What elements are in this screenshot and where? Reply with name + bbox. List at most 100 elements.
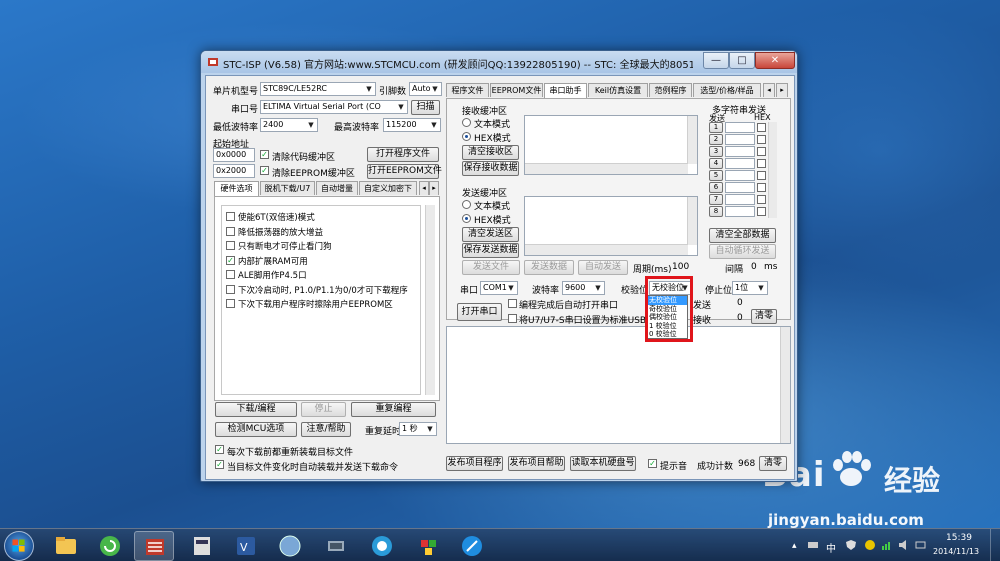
minimize-button[interactable]: — (703, 52, 729, 69)
open-program-button[interactable]: 打开程序文件 (367, 147, 439, 162)
multi-send-input[interactable] (725, 206, 755, 217)
tray-app-icon[interactable] (898, 539, 910, 554)
taskbar-explorer[interactable] (46, 531, 86, 561)
multi-hex-checkbox[interactable] (757, 159, 766, 168)
multi-send-button[interactable]: 3 (709, 146, 723, 157)
tone-checkbox[interactable]: ✓ (648, 459, 657, 468)
open-port-button[interactable]: 打开串口 (457, 303, 502, 321)
tab-program-file[interactable]: 程序文件 (446, 83, 489, 97)
send-textarea[interactable] (524, 196, 698, 256)
repeat-delay-select[interactable]: 1 秒 ▼ (399, 422, 437, 436)
tab-scroll-left[interactable]: ◂ (419, 181, 429, 195)
send-vscroll[interactable] (687, 197, 697, 245)
max-baud-select[interactable]: 115200 ▼ (383, 118, 441, 132)
tab-custom-encrypt[interactable]: 自定义加密下 (359, 181, 417, 195)
clock-time[interactable]: 15:39 (946, 533, 972, 543)
tab-serial-assistant[interactable]: 串口助手 (544, 83, 587, 98)
taskbar-app-7[interactable] (316, 531, 356, 561)
taskbar-stc-isp[interactable] (134, 531, 174, 561)
tab-examples[interactable]: 范例程序 (649, 83, 692, 97)
clear-success-button[interactable]: 清零 (759, 456, 787, 471)
publish-program-button[interactable]: 发布项目程序 (446, 456, 503, 471)
close-button[interactable]: ✕ (755, 52, 795, 69)
download-button[interactable]: 下载/编程 (215, 402, 297, 417)
shield-icon[interactable] (845, 539, 857, 554)
taskbar-app-6[interactable] (270, 531, 310, 561)
recv-hex-mode-radio[interactable] (462, 132, 471, 141)
volume-icon[interactable] (915, 539, 927, 554)
open-eeprom-button[interactable]: 打开EEPROM文件 (367, 164, 442, 179)
reprogram-button[interactable]: 重复编程 (351, 402, 436, 417)
multi-send-input[interactable] (725, 182, 755, 193)
log-scrollbar[interactable] (780, 327, 790, 443)
min-baud-select[interactable]: 2400 ▼ (260, 118, 318, 132)
multi-send-button[interactable]: 4 (709, 158, 723, 169)
pins-select[interactable]: Auto ▼ (409, 82, 442, 96)
auto-loop-button[interactable]: 自动循环发送 (709, 244, 776, 259)
clock-date[interactable]: 2014/11/13 (933, 547, 979, 556)
multi-send-button[interactable]: 8 (709, 206, 723, 217)
tab-auto-increment[interactable]: 自动增量 (316, 181, 358, 195)
save-recv-button[interactable]: 保存接收数据 (462, 161, 519, 176)
multi-hex-checkbox[interactable] (757, 135, 766, 144)
multi-send-button[interactable]: 6 (709, 182, 723, 193)
option-checkbox[interactable] (226, 241, 235, 250)
clear-code-checkbox[interactable]: ✓ (260, 150, 269, 159)
recv-text-mode-radio[interactable] (462, 118, 471, 127)
taskbar-app-5[interactable]: V (226, 531, 266, 561)
option-checkbox[interactable] (226, 212, 235, 221)
mcu-select[interactable]: STC89C/LE52RC ▼ (260, 82, 376, 96)
detect-mcu-button[interactable]: 检测MCU选项 (215, 422, 297, 437)
multi-hex-checkbox[interactable] (757, 123, 766, 132)
taskbar-media[interactable] (90, 531, 130, 561)
reload-before-checkbox[interactable]: ✓ (215, 445, 224, 454)
clear-all-button[interactable]: 清空全部数据 (709, 228, 776, 243)
maximize-button[interactable]: □ (729, 52, 755, 69)
tab-eeprom-file[interactable]: EEPROM文件 (490, 83, 543, 97)
tab-keil-sim[interactable]: Keil仿真设置 (588, 83, 648, 97)
usb-serial-checkbox[interactable] (508, 314, 517, 323)
save-send-button[interactable]: 保存发送数据 (462, 243, 519, 258)
stop-button[interactable]: 停止 (301, 402, 346, 417)
multi-send-input[interactable] (725, 134, 755, 145)
stop-bits-select[interactable]: 1位 ▼ (732, 281, 768, 295)
multi-send-input[interactable] (725, 146, 755, 157)
tab-offline[interactable]: 脱机下载/U7 (260, 181, 315, 195)
clear-send-button[interactable]: 清空发送区 (462, 227, 519, 242)
option-checkbox[interactable] (226, 284, 235, 294)
scan-button[interactable]: 扫描 (411, 100, 440, 115)
send-data-button[interactable]: 发送数据 (524, 260, 574, 275)
recv-hscroll[interactable] (525, 163, 688, 174)
ime-indicator[interactable]: 中 (826, 540, 836, 555)
taskbar-app-10[interactable] (452, 531, 492, 561)
option-checkbox[interactable] (226, 270, 235, 279)
tab-hardware[interactable]: 硬件选项 (214, 181, 259, 196)
multi-send-button[interactable]: 1 (709, 122, 723, 133)
multi-send-input[interactable] (725, 170, 755, 181)
publish-help-button[interactable]: 发布项目帮助 (508, 456, 565, 471)
title-bar[interactable]: STC-ISP (V6.58) 官方网站:www.STCMCU.com (研发顾… (201, 51, 797, 73)
address-input-2[interactable]: 0x2000 (213, 164, 255, 178)
multi-hex-checkbox[interactable] (757, 147, 766, 156)
baud-select[interactable]: 9600 ▼ (562, 281, 605, 295)
option-checkbox[interactable] (226, 226, 235, 236)
taskbar-app-8[interactable] (362, 531, 402, 561)
multi-hex-checkbox[interactable] (757, 183, 766, 192)
send-text-mode-radio[interactable] (462, 200, 471, 209)
clear-count-button[interactable]: 清零 (751, 309, 777, 324)
log-area[interactable] (446, 326, 791, 444)
option-checkbox[interactable] (226, 299, 235, 308)
recv-textarea[interactable] (524, 115, 698, 175)
taskbar-app-4[interactable] (182, 531, 222, 561)
clear-recv-button[interactable]: 清空接收区 (462, 145, 519, 160)
tray-expand-icon[interactable]: ▴ (792, 541, 797, 551)
multi-vscroll[interactable] (768, 122, 777, 218)
multi-hex-checkbox[interactable] (757, 195, 766, 204)
tab-scroll-right[interactable]: ▸ (429, 181, 439, 195)
tab-scroll-right[interactable]: ▸ (776, 83, 788, 97)
auto-send-button[interactable]: 自动发送 (578, 260, 628, 275)
options-scrollbar[interactable] (425, 205, 435, 395)
interval-value[interactable]: 0 (751, 262, 757, 272)
address-input-1[interactable]: 0x0000 (213, 148, 255, 162)
send-file-button[interactable]: 发送文件 (462, 260, 520, 275)
